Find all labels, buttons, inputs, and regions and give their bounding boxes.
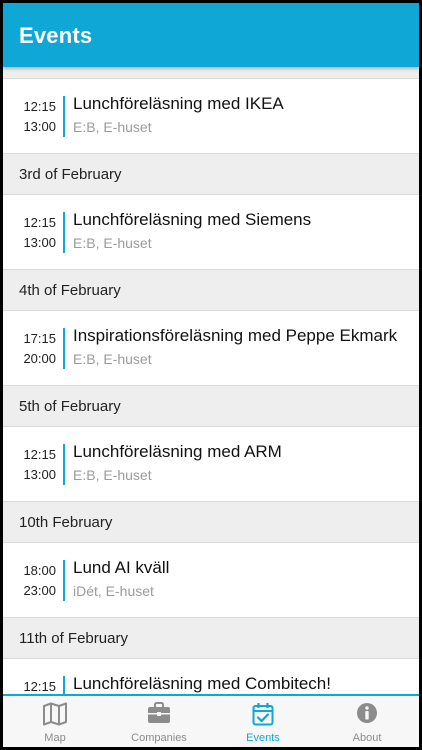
bottom-tab-bar: Map Companies Events About <box>3 694 419 747</box>
event-title: Lund AI kväll <box>73 558 170 577</box>
map-icon <box>43 702 67 726</box>
tab-label-events: Events <box>246 732 280 744</box>
event-times: 12:15 13:00 <box>3 97 56 137</box>
event-location: E:B, E-huset <box>73 119 152 135</box>
event-title: Inspirationsföreläsning med Peppe Ekmark <box>73 326 398 345</box>
event-end-time: 13:00 <box>23 235 56 250</box>
event-title: Lunchföreläsning med IKEA <box>73 94 284 113</box>
event-location: iDét, E-huset <box>73 583 154 599</box>
event-start-time: 17:15 <box>23 331 56 346</box>
section-header-date: 5th of February <box>3 385 419 427</box>
event-row[interactable]: 12:1513:00 Lunchföreläsning med Combitech… <box>3 659 419 694</box>
event-end-time: 13:00 <box>23 119 56 134</box>
app-screen: Events 28th of January12:1513:00Lunchför… <box>3 3 419 747</box>
event-row[interactable]: 12:15 13:00 Lunchföreläsning med IKEA E:B, … <box>3 79 419 153</box>
event-start-time: 18:00 <box>23 563 56 578</box>
tab-label-map: Map <box>44 732 66 744</box>
event-accent-bar <box>63 444 65 485</box>
event-accent-bar <box>63 212 65 253</box>
event-location: E:B, E-huset <box>73 235 152 251</box>
event-row[interactable]: 12:15 13:00 Lunchföreläsning med ARM E:B, E… <box>3 427 419 501</box>
event-end-time: 13:00 <box>23 467 56 482</box>
tab-companies[interactable]: Companies <box>107 696 211 747</box>
event-row[interactable]: 18:00 23:00 Lund AI kväll iDét, E-huset <box>3 543 419 617</box>
event-times: 18:00 23:00 <box>3 561 56 601</box>
section-header-date: 11th of February <box>3 617 419 659</box>
event-row[interactable]: 12:15 13:00 Lunchföreläsning med Siemens E:… <box>3 195 419 269</box>
event-start-time: 12:15 <box>23 679 56 694</box>
page-title: Events <box>19 23 93 48</box>
tab-map[interactable]: Map <box>3 696 107 747</box>
section-header-date: 4th of February <box>3 269 419 311</box>
tab-about[interactable]: About <box>315 696 419 747</box>
event-times: 12:15 13:00 <box>3 213 56 253</box>
tab-label-companies: Companies <box>131 732 187 744</box>
events-list-content: 28th of January12:1513:00Lunchföreläsnin… <box>3 67 419 694</box>
event-times: 12:1513:00 <box>3 677 56 694</box>
event-accent-bar <box>63 676 65 694</box>
section-header-date: 28th of January <box>3 67 419 79</box>
event-title: Lunchföreläsning med Combitech! <box>73 674 331 693</box>
event-start-time: 12:15 <box>23 215 56 230</box>
app-bar: Events <box>3 3 419 67</box>
events-list[interactable]: 28th of January12:1513:00Lunchföreläsnin… <box>3 67 419 694</box>
event-location: E:B, E-huset <box>73 351 152 367</box>
tab-events[interactable]: Events <box>211 696 315 747</box>
event-end-time: 23:00 <box>23 583 56 598</box>
info-icon <box>357 703 377 723</box>
event-start-time: 12:15 <box>23 99 56 114</box>
event-start-time: 12:15 <box>23 447 56 462</box>
event-accent-bar <box>63 328 65 369</box>
event-accent-bar <box>63 560 65 601</box>
event-accent-bar <box>63 96 65 137</box>
event-location: E:B, E-huset <box>73 467 152 483</box>
section-header-date: 10th February <box>3 501 419 543</box>
event-times: 17:15 20:00 <box>3 329 56 369</box>
tab-label-about: About <box>352 732 382 744</box>
briefcase-icon <box>148 702 170 723</box>
event-title: Lunchföreläsning med ARM <box>73 442 282 461</box>
event-end-time: 20:00 <box>23 351 56 366</box>
event-row[interactable]: 17:15 20:00 Inspirationsföreläsning med Pe… <box>3 311 419 385</box>
calendar-check-icon <box>252 703 274 726</box>
event-title: Lunchföreläsning med Siemens <box>73 210 312 229</box>
section-header-date: 3rd of February <box>3 153 419 195</box>
event-times: 12:15 13:00 <box>3 445 56 485</box>
